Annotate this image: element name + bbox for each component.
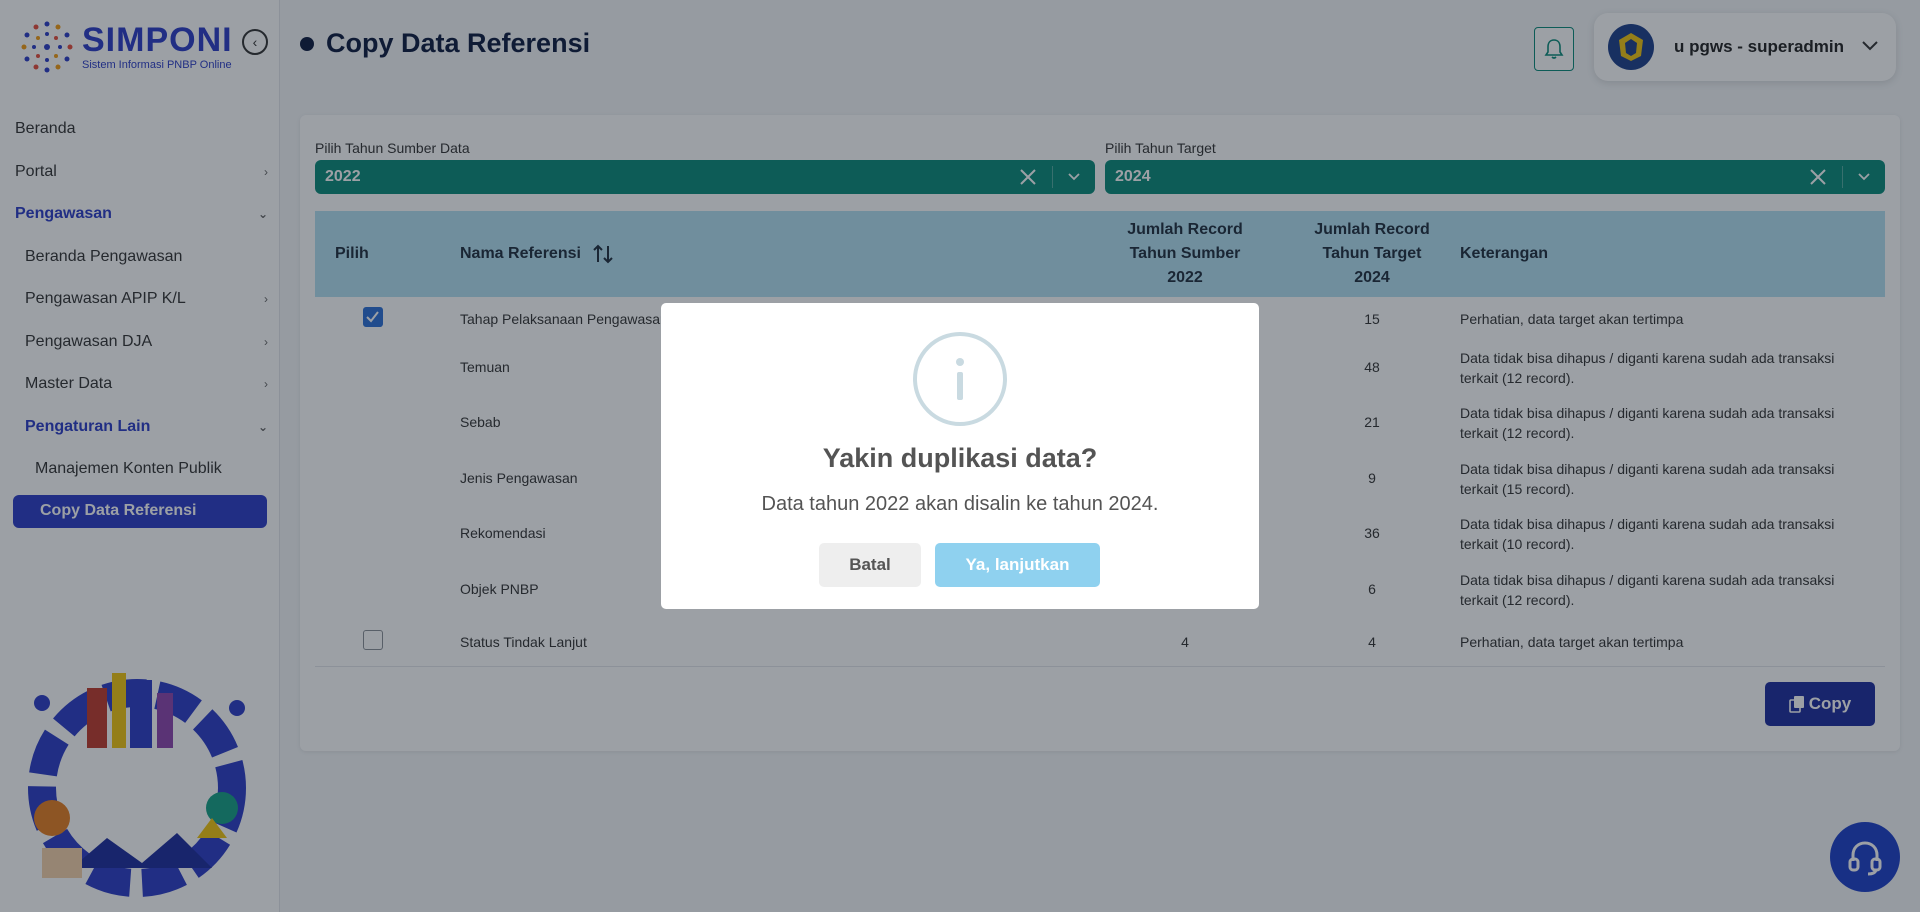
confirm-button[interactable]: Ya, lanjutkan: [935, 543, 1100, 587]
cancel-button[interactable]: Batal: [819, 543, 921, 587]
info-icon: [913, 332, 1007, 426]
info-glyph: [956, 358, 964, 400]
confirm-dialog: Yakin duplikasi data? Data tahun 2022 ak…: [661, 303, 1259, 609]
dialog-message: Data tahun 2022 akan disalin ke tahun 20…: [761, 493, 1159, 515]
dialog-title: Yakin duplikasi data?: [822, 443, 1098, 473]
